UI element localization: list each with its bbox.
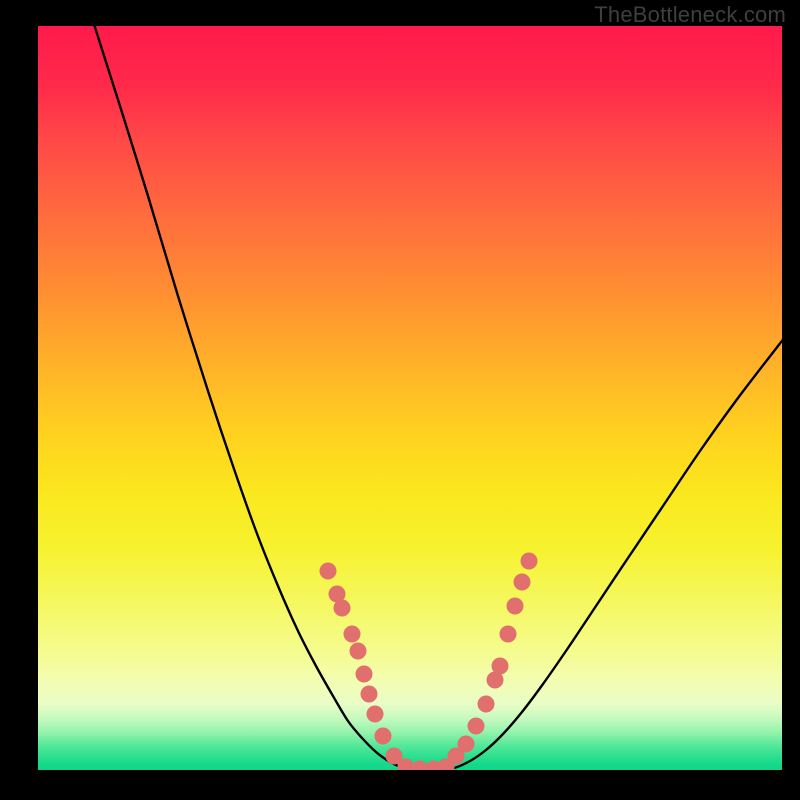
curve-marker xyxy=(350,643,367,660)
curve-marker xyxy=(361,686,378,703)
chart-frame: TheBottleneck.com xyxy=(0,0,800,800)
curve-marker xyxy=(478,696,495,713)
curve-marker xyxy=(375,728,392,745)
curve-marker xyxy=(344,626,361,643)
curve-marker xyxy=(356,666,373,683)
curve-marker xyxy=(334,600,351,617)
curve-marker xyxy=(492,658,509,675)
curve-marker xyxy=(514,574,531,591)
watermark-label: TheBottleneck.com xyxy=(594,2,786,28)
curve-marker xyxy=(320,563,337,580)
curve-marker xyxy=(500,626,517,643)
curve-markers xyxy=(320,553,538,771)
curve-marker xyxy=(367,706,384,723)
bottleneck-curve xyxy=(93,26,782,770)
curve-marker xyxy=(507,598,524,615)
plot-area xyxy=(38,26,782,770)
curve-marker xyxy=(458,736,475,753)
curve-marker xyxy=(521,553,538,570)
chart-svg xyxy=(38,26,782,770)
curve-marker xyxy=(468,718,485,735)
